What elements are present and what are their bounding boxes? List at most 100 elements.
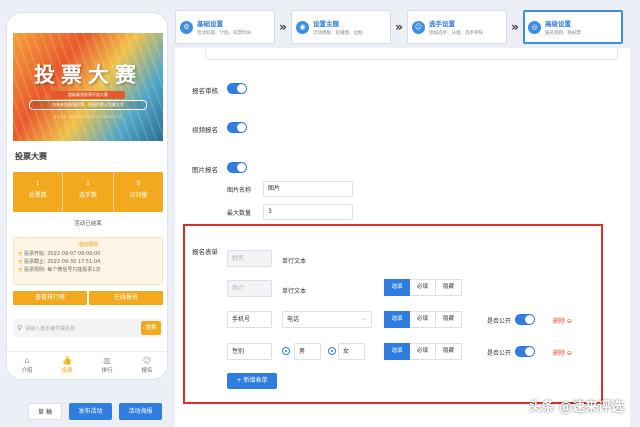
stat-label: 总票数: [28, 192, 47, 199]
choice-input[interactable]: 女: [338, 343, 365, 360]
delete-button[interactable]: 删除 ⊖: [553, 348, 572, 357]
phone-tabbar: ⌂ 介绍 👍 投票 ▥ 排行 ☺ 报名: [7, 351, 167, 379]
image-name-input[interactable]: 图片: [263, 181, 353, 197]
choice-input[interactable]: 男: [294, 343, 321, 360]
public-label: 是否公开: [487, 318, 512, 325]
tab-signup[interactable]: ☺ 报名: [127, 352, 167, 379]
stat-label: 访问量: [129, 192, 148, 199]
field-type: 单行文本: [282, 258, 307, 265]
contest-title: 投票大赛: [15, 152, 47, 161]
poster-button[interactable]: 活动海报: [119, 403, 162, 420]
step-wizard: ⚙ 基础设置 活动标题、介绍、投票时间 » ◉ 设置主题 活动模板、轮播图、边框 »…: [175, 9, 630, 45]
required-option[interactable]: 必填: [410, 279, 436, 296]
tab-vote[interactable]: 👍 投票: [47, 352, 87, 379]
stat-players: 1 选手数: [62, 172, 112, 212]
video-signup-label: 视频报名: [192, 126, 218, 134]
user-icon: ☺: [142, 356, 152, 365]
delete-button[interactable]: 删除 ⊖: [553, 316, 572, 325]
requirement-toggle: 选填 必填 隐藏: [384, 311, 462, 328]
phone-name-input[interactable]: 手机号: [227, 311, 272, 328]
publish-button[interactable]: 发布活动: [69, 403, 112, 420]
gender-name-input[interactable]: 性别: [227, 343, 272, 360]
hidden-option[interactable]: 隐藏: [436, 279, 462, 296]
signup-button[interactable]: 在线报名: [89, 291, 163, 305]
search-input[interactable]: 请输入选手编号或名称: [25, 325, 75, 332]
search-icon: ⚲: [17, 324, 23, 332]
banner-subtitle: 超级最强投票评选大赛: [51, 91, 125, 99]
signup-review-label: 报名审核: [192, 87, 218, 95]
phone-content: 投票大赛 超级最强投票评选大赛 快来参加最强投票，快速投票让您赢大奖 VOTE …: [13, 33, 163, 337]
banner-slogan: 快来参加最强投票，快速投票让您赢大奖: [29, 100, 147, 110]
thumbs-up-icon: 👍: [62, 356, 72, 365]
bar-chart-icon: ▥: [103, 356, 111, 365]
step-desc: 报名规则、防刷票: [545, 31, 581, 36]
optional-option[interactable]: 选填: [384, 343, 410, 360]
name-field: 姓名: [227, 250, 272, 267]
hidden-option[interactable]: 隐藏: [436, 343, 462, 360]
rule-item: ◔ 投票开始: 2022-09-07 09:09:00: [18, 250, 158, 258]
step-theme[interactable]: ◉ 设置主题 活动模板、轮播图、边框: [291, 10, 391, 44]
stat-visits: 9 访问量: [112, 172, 163, 212]
radio-button[interactable]: [282, 347, 290, 355]
chevron-right-icon: »: [511, 20, 519, 34]
phone-action-buttons: 查看排行榜 在线报名: [13, 291, 163, 305]
banner-english: VOTE FOR YOUR FAVORITE: [53, 115, 123, 119]
field-type-select[interactable]: 电话: [282, 311, 372, 328]
banner-title: 投票大赛: [34, 62, 142, 87]
watermark: 头条 @速来评选: [528, 400, 624, 415]
advanced-settings-panel: 报名审核 视频报名 图片报名 图片名称 图片 最大数量 3 报名表单 姓名 单行…: [175, 48, 630, 427]
stat-value: 9: [136, 180, 141, 187]
tab-label: 报名: [141, 368, 153, 374]
chevron-right-icon: »: [395, 20, 403, 34]
image-signup-toggle[interactable]: [227, 162, 247, 173]
home-icon: ⌂: [24, 356, 30, 365]
save-draft-button[interactable]: 草 稿: [28, 403, 62, 420]
tab-ranking[interactable]: ▥ 排行: [87, 352, 127, 379]
step-desc: 活动标题、介绍、投票时间: [197, 31, 251, 36]
video-signup-toggle[interactable]: [227, 122, 247, 133]
public-label: 是否公开: [487, 350, 512, 357]
rule-text: 投票截止: 2022-09-30 17:51:04: [23, 259, 101, 265]
step-name: 高级设置: [545, 20, 571, 28]
ranking-button[interactable]: 查看排行榜: [13, 291, 87, 305]
optional-option[interactable]: 选填: [384, 311, 410, 328]
stats-panel: 1 总票数 1 选手数 9 访问量: [13, 172, 163, 212]
add-form-field-button[interactable]: + 新增表单: [227, 373, 277, 389]
radio-button[interactable]: [328, 347, 336, 355]
tab-label: 投票: [61, 368, 73, 374]
tab-intro[interactable]: ⌂ 介绍: [7, 352, 47, 379]
signup-review-toggle[interactable]: [227, 83, 247, 94]
ended-status: 活动已结束: [74, 221, 102, 227]
optional-option[interactable]: 选填: [384, 279, 410, 296]
search-button[interactable]: 搜索: [141, 321, 161, 335]
image-signup-label: 图片报名: [192, 166, 218, 174]
step-basic[interactable]: ⚙ 基础设置 活动标题、介绍、投票时间: [175, 10, 275, 44]
public-toggle[interactable]: [515, 314, 535, 325]
hidden-option[interactable]: 隐藏: [436, 311, 462, 328]
requirement-toggle: 选填 必填 隐藏: [384, 343, 462, 360]
rules-title: 活动规则: [77, 242, 98, 248]
palette-icon: ◉: [296, 20, 309, 34]
rule-item: ◔ 投票截止: 2022-09-30 17:51:04: [18, 258, 158, 266]
signup-form-label: 报名表单: [192, 248, 218, 256]
stat-value: 1: [35, 180, 40, 187]
required-option[interactable]: 必填: [410, 311, 436, 328]
intro-field: 简介: [227, 280, 272, 297]
field-type: 单行文本: [282, 288, 307, 295]
player-search: ⚲ 请输入选手编号或名称 搜索: [13, 319, 163, 337]
footer-actions: 草 稿 发布活动 活动海报: [28, 403, 162, 420]
image-name-label: 图片名称: [227, 187, 252, 194]
max-count-input[interactable]: 3: [263, 204, 353, 220]
chevron-right-icon: »: [279, 20, 287, 34]
phone-preview: 投票大赛 超级最强投票评选大赛 快来参加最强投票，快速投票让您赢大奖 VOTE …: [6, 12, 168, 380]
requirement-toggle: 选填 必填 隐藏: [384, 279, 462, 296]
max-count-label: 最大数量: [227, 210, 252, 217]
step-advanced[interactable]: ◎ 高级设置 报名规则、防刷票: [523, 10, 623, 44]
rule-text: 投票规则: 每个微信号只能投票1次: [23, 267, 101, 273]
public-toggle[interactable]: [515, 346, 535, 357]
stat-value: 1: [86, 180, 90, 187]
previous-field-edge: [205, 48, 618, 60]
rule-text: 投票开始: 2022-09-07 09:09:00: [23, 251, 101, 257]
step-players[interactable]: ☺ 选手设置 添加选手、分组、选手审核: [407, 10, 507, 44]
required-option[interactable]: 必填: [410, 343, 436, 360]
